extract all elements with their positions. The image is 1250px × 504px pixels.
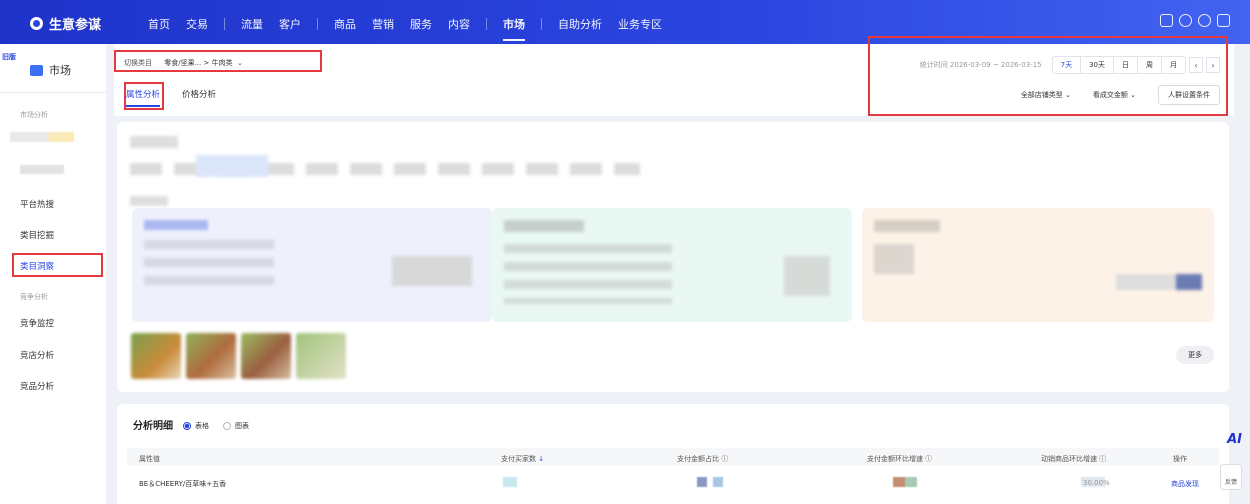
nav-item-product[interactable]: 商品 — [334, 16, 356, 32]
sidebar-title[interactable]: 市场 — [30, 62, 71, 78]
nav-divider — [486, 18, 487, 30]
more-button[interactable]: 更多 — [1176, 346, 1214, 364]
app-logo[interactable]: 生意参谋 — [30, 14, 101, 33]
blurred-heading — [130, 136, 178, 148]
nav-divider — [317, 18, 318, 30]
view-table-label: 表格 — [195, 422, 209, 430]
sidebar-item-shop-analysis[interactable]: 竞店分析 — [20, 349, 54, 361]
row-attr-value: BE＆CHEERY/百草味+五香 — [139, 480, 227, 488]
view-table-radio[interactable]: 表格 — [183, 421, 209, 431]
detail-card: 分析明细 表格 图表 属性值 支付买家数 ↓ 支付金额占比 ⓘ 支付金额环比增速… — [117, 404, 1229, 504]
column-attr: 属性值 — [139, 455, 160, 463]
blurred-selected-chip[interactable] — [196, 155, 268, 177]
feedback-button[interactable]: 反馈 — [1220, 464, 1242, 490]
top-icons — [1154, 14, 1230, 27]
blurred-value — [893, 477, 917, 487]
sidebar-item-product-analysis[interactable]: 竞品分析 — [20, 380, 54, 392]
view-chart-label: 图表 — [235, 422, 249, 430]
info-icon: ⓘ — [1099, 455, 1107, 463]
ai-assistant-button[interactable]: AI — [1227, 432, 1242, 447]
product-thumbnail[interactable] — [186, 333, 236, 379]
sidebar-item-category-mining[interactable]: 类目挖掘 — [20, 229, 54, 241]
nav-item-content[interactable]: 内容 — [448, 16, 470, 32]
sidebar-item-hot-search[interactable]: 平台热搜 — [20, 198, 54, 210]
sort-desc-icon: ↓ — [538, 455, 545, 463]
blurred-panel-text — [144, 240, 274, 290]
blurred-panel-title — [874, 220, 940, 232]
app-name: 生意参谋 — [49, 18, 102, 33]
nav-divider — [541, 18, 542, 30]
column-amount-growth[interactable]: 支付金额环比增速 ⓘ — [867, 454, 932, 464]
highlight-category-insight — [12, 253, 103, 277]
market-icon — [30, 64, 43, 76]
column-active-growth[interactable]: 动销商品环比增速 ⓘ — [1041, 454, 1106, 464]
feedback-label: 反馈 — [1224, 479, 1237, 486]
sidebar-group-market-analysis: 市场分析 — [20, 111, 48, 119]
product-thumbnail[interactable] — [296, 333, 346, 379]
column-buyers-label: 支付买家数 — [501, 455, 536, 463]
sidebar-item-blurred[interactable] — [20, 165, 64, 174]
nav-item-business-zone[interactable]: 业务专区 — [618, 16, 662, 32]
info-icon: ⓘ — [925, 455, 933, 463]
radio-unchecked-icon — [223, 422, 231, 430]
view-chart-radio[interactable]: 图表 — [223, 421, 249, 431]
main-nav: 首页 交易 流量 客户 商品 营销 服务 内容 市场 自助分析 业务专区 — [148, 16, 678, 41]
message-icon[interactable] — [1160, 14, 1173, 27]
info-icon: ⓘ — [721, 455, 729, 463]
logo-icon — [30, 17, 43, 30]
row-active-growth: 30.00% — [1083, 479, 1110, 487]
nav-divider — [224, 18, 225, 30]
radio-checked-icon — [183, 422, 191, 430]
nav-item-home[interactable]: 首页 — [148, 16, 170, 32]
blurred-panel-value — [1116, 274, 1202, 290]
column-action: 操作 — [1173, 455, 1187, 463]
detail-title: 分析明细 — [133, 421, 173, 432]
version-badge[interactable]: 旧版 — [2, 52, 16, 62]
help-icon[interactable] — [1198, 14, 1211, 27]
blurred-panel-title — [144, 220, 208, 230]
product-discover-link[interactable]: 商品发现 — [1171, 479, 1199, 489]
sidebar-divider — [0, 92, 106, 93]
highlight-date-filters — [868, 36, 1228, 116]
highlight-attribute-tab — [124, 82, 164, 110]
column-active-growth-label: 动销商品环比增速 — [1041, 455, 1097, 463]
column-amount-share-label: 支付金额占比 — [677, 455, 719, 463]
blurred-panel-value — [784, 256, 830, 296]
column-amount-growth-label: 支付金额环比增速 — [867, 455, 923, 463]
nav-item-self-analysis[interactable]: 自助分析 — [558, 16, 602, 32]
sidebar-group-competition: 竞争分析 — [20, 293, 48, 301]
column-amount-share[interactable]: 支付金额占比 ⓘ — [677, 454, 728, 464]
product-thumbnail[interactable] — [241, 333, 291, 379]
nav-item-customer[interactable]: 客户 — [279, 16, 301, 32]
blurred-panel-text — [504, 244, 672, 304]
nav-item-trade[interactable]: 交易 — [186, 16, 208, 32]
column-buyers[interactable]: 支付买家数 ↓ — [501, 454, 544, 464]
sidebar-title-label: 市场 — [49, 64, 71, 77]
nav-item-traffic[interactable]: 流量 — [241, 16, 263, 32]
sidebar-item-blurred[interactable] — [10, 132, 74, 142]
blurred-value — [713, 477, 723, 487]
highlight-category-switcher — [114, 50, 322, 72]
blurred-value — [503, 477, 517, 487]
blurred-value — [697, 477, 707, 487]
logout-icon[interactable] — [1217, 14, 1230, 27]
nav-item-market[interactable]: 市场 — [503, 16, 525, 41]
tab-price-analysis[interactable]: 价格分析 — [182, 88, 216, 107]
blurred-subheading — [130, 196, 168, 206]
blurred-panel-title — [504, 220, 584, 232]
nav-item-marketing[interactable]: 营销 — [372, 16, 394, 32]
sidebar-item-competition-monitor[interactable]: 竞争监控 — [20, 317, 54, 329]
ai-label: AI — [1227, 432, 1242, 447]
blurred-panel-text — [874, 244, 914, 274]
blurred-panel-value — [392, 256, 472, 286]
user-icon[interactable] — [1179, 14, 1192, 27]
product-thumbnail[interactable] — [131, 333, 181, 379]
nav-item-service[interactable]: 服务 — [410, 16, 432, 32]
